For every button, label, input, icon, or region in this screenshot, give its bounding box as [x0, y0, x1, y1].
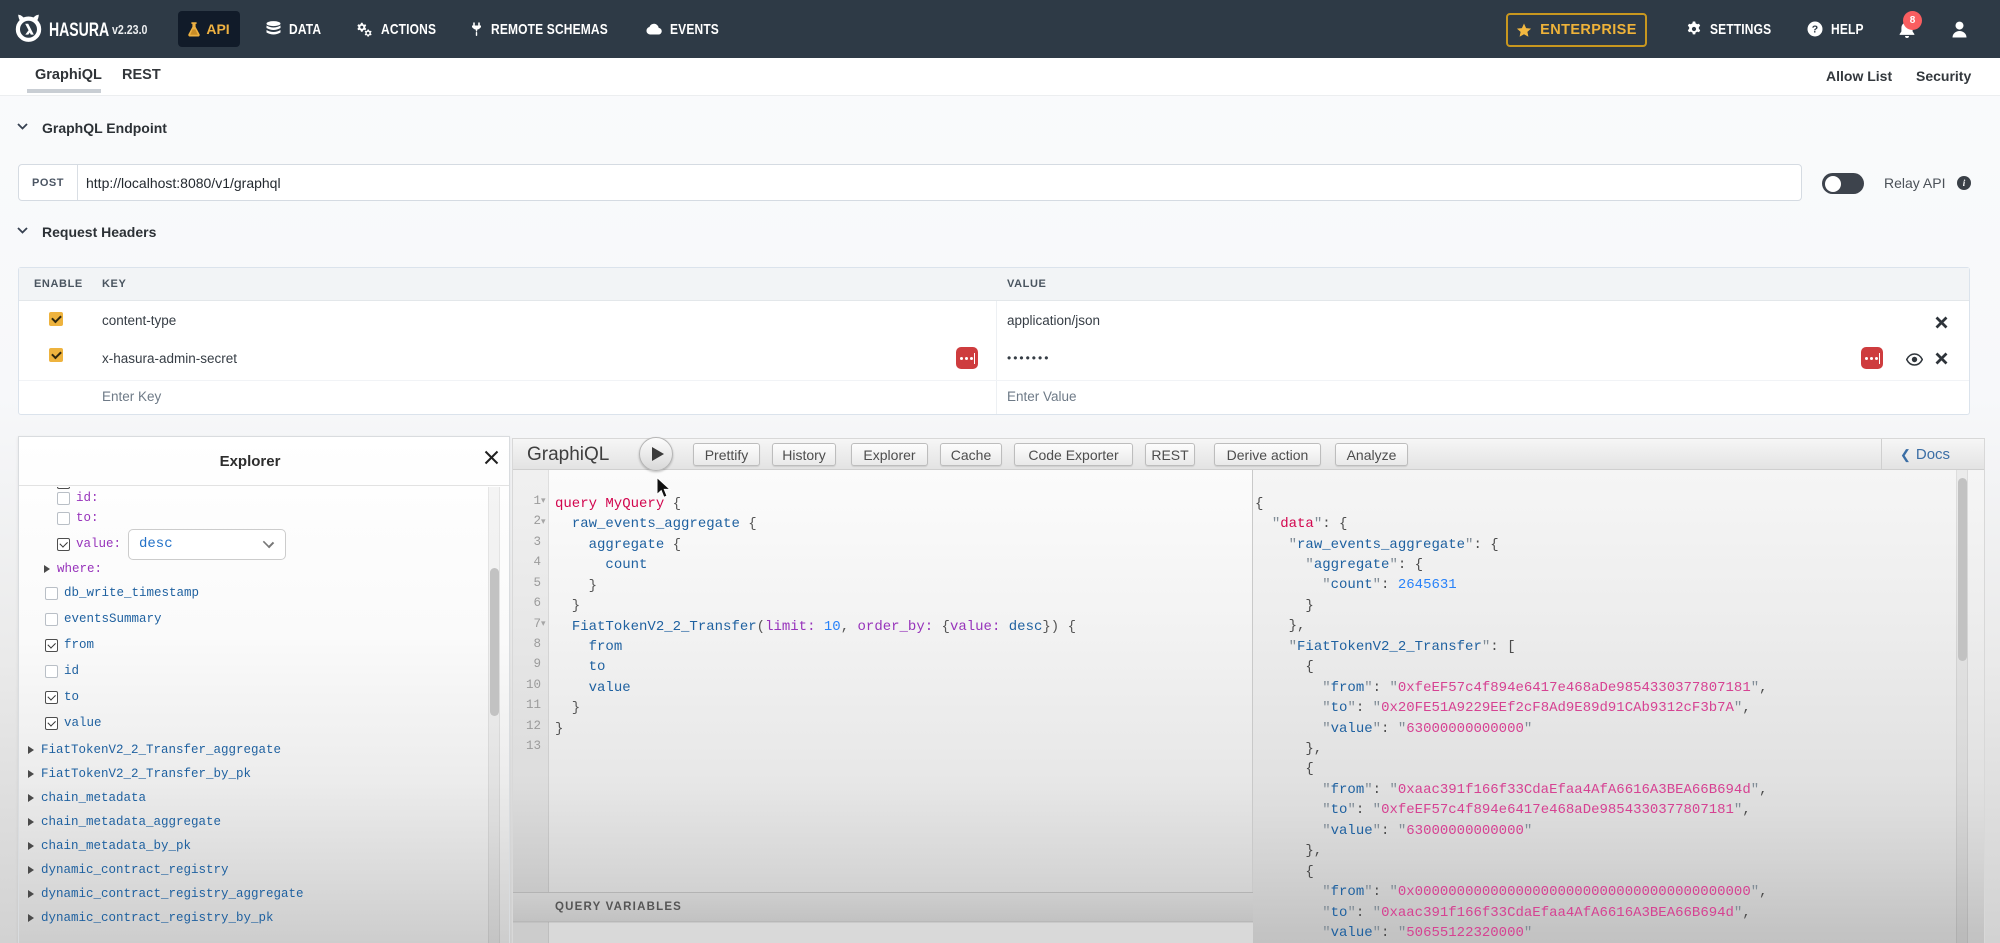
svg-text:?: ?	[1812, 24, 1819, 36]
